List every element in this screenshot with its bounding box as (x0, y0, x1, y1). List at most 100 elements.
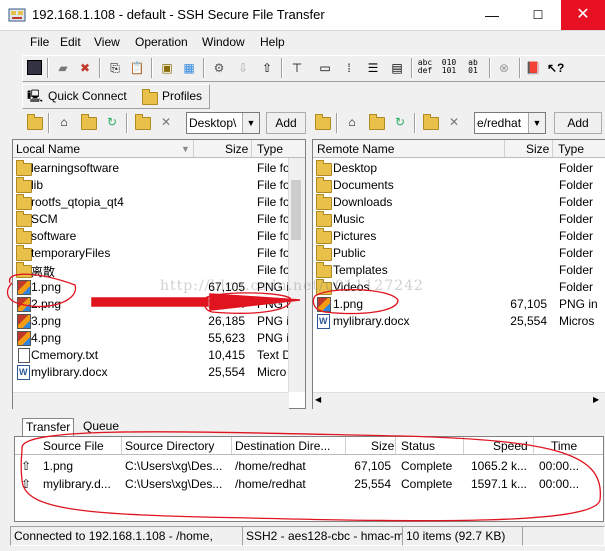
remote-parent-folder-icon[interactable] (368, 114, 385, 130)
save-icon[interactable] (27, 60, 42, 75)
download-icon[interactable]: ⇩ (235, 60, 251, 76)
minimize-button[interactable]: — (470, 0, 514, 30)
source-directory-header[interactable]: Source Directory (125, 439, 214, 453)
column-divider[interactable] (193, 140, 194, 157)
scroll-thumb[interactable] (291, 180, 301, 240)
file-row[interactable]: Pictures Folder (313, 227, 593, 244)
file-row[interactable]: software File fo (13, 227, 289, 244)
remote-delete-icon[interactable]: ✕ (446, 114, 462, 130)
connect-icon[interactable]: ▰ (55, 60, 71, 76)
disconnect-icon[interactable]: ✖ (77, 60, 93, 76)
menu-operation[interactable]: Operation (135, 35, 188, 49)
local-vertical-scrollbar[interactable] (288, 158, 305, 392)
remote-path-combo[interactable]: e/redhat ▼ (474, 112, 546, 134)
settings-icon[interactable]: ⚙ (211, 60, 227, 76)
tab-queue[interactable]: Queue (80, 418, 122, 435)
binary-mode-icon[interactable]: 010 101 (441, 59, 457, 75)
file-row[interactable]: SCM File fo (13, 210, 289, 227)
column-divider[interactable] (552, 140, 553, 157)
file-row[interactable]: 4.png 55,623 PNG i (13, 329, 289, 346)
column-divider[interactable] (463, 437, 464, 454)
local-name-header[interactable]: Local Name (16, 142, 80, 156)
local-refresh-icon[interactable]: ↻ (104, 114, 120, 130)
new-terminal-icon[interactable]: ▣ (159, 60, 175, 76)
menu-window[interactable]: Window (202, 35, 245, 49)
column-divider[interactable] (395, 437, 396, 454)
transfer-row[interactable]: ⇧ mylibrary.d... C:\Users\xg\Des... /home/r… (15, 475, 603, 492)
menu-help[interactable]: Help (260, 35, 285, 49)
status-header[interactable]: Status (401, 439, 435, 453)
destination-directory-header[interactable]: Destination Dire... (235, 439, 330, 453)
local-delete-icon[interactable]: ✕ (158, 114, 174, 130)
paste-icon[interactable]: 📋 (129, 60, 145, 76)
scroll-left-icon[interactable]: ◀ (315, 395, 325, 407)
remote-type-header[interactable]: Type (558, 142, 584, 156)
new-file-transfer-icon[interactable]: ▦ (181, 60, 197, 76)
scroll-right-icon[interactable]: ▶ (593, 395, 603, 407)
context-help-icon[interactable]: ↖? (547, 60, 564, 76)
file-row[interactable]: Cmemory.txt 10,415 Text D (13, 346, 289, 363)
file-row[interactable]: 1.png 67,105 PNG in (313, 295, 598, 312)
file-row[interactable]: Music Folder (313, 210, 593, 227)
time-header[interactable]: Time (551, 439, 577, 453)
menu-edit[interactable]: Edit (60, 35, 81, 49)
small-icons-view-icon[interactable]: ⁞ (341, 60, 357, 76)
local-horizontal-scrollbar[interactable] (13, 392, 289, 409)
file-row[interactable]: Documents Folder (313, 176, 593, 193)
file-row[interactable]: rootfs_qtopia_qt4 File fo (13, 193, 289, 210)
file-row[interactable]: Downloads Folder (313, 193, 593, 210)
column-divider[interactable] (121, 437, 122, 454)
column-divider[interactable] (345, 437, 346, 454)
details-view-icon[interactable]: ▤ (389, 60, 405, 76)
upload-icon[interactable]: ⇧ (259, 60, 275, 76)
file-row[interactable]: Desktop Folder (313, 159, 593, 176)
file-row[interactable]: mylibrary.docx 25,554 Micros (313, 312, 594, 329)
file-row[interactable]: learningsoftware File fo (13, 159, 289, 176)
transfer-row[interactable]: ⇧ 1.png C:\Users\xg\Des... /home/redhat 67,1… (15, 457, 603, 474)
remote-home-icon[interactable]: ⌂ (344, 114, 360, 130)
tab-transfer[interactable]: Transfer (22, 418, 75, 436)
local-type-header[interactable]: Type (257, 142, 283, 156)
column-divider[interactable] (231, 437, 232, 454)
profiles-button[interactable]: Profiles (162, 89, 202, 103)
file-row[interactable]: 3.png 26,185 PNG i (13, 312, 289, 329)
close-button[interactable]: ✕ (561, 0, 605, 30)
stop-icon[interactable]: ⊗ (496, 60, 512, 76)
remote-refresh-icon[interactable]: ↻ (392, 114, 408, 130)
remote-size-header[interactable]: Size (526, 142, 549, 156)
local-up-folder-icon[interactable] (26, 114, 43, 130)
list-view-icon[interactable]: ☰ (365, 60, 381, 76)
column-divider[interactable] (533, 437, 534, 454)
file-row[interactable]: mylibrary.docx 25,554 Micro (13, 363, 289, 380)
speed-header[interactable]: Speed (493, 439, 528, 453)
ascii-mode-icon[interactable]: abc def (417, 59, 433, 75)
local-parent-folder-icon[interactable] (80, 114, 97, 130)
remote-up-folder-icon[interactable] (314, 114, 331, 130)
menu-file[interactable]: File (30, 35, 49, 49)
size-header[interactable]: Size (371, 439, 394, 453)
local-size-header[interactable]: Size (225, 142, 248, 156)
file-row[interactable]: Templates Folder (313, 261, 593, 278)
help-book-icon[interactable]: 📕 (525, 60, 541, 76)
file-row[interactable]: 2.png 22,674 PNG i (13, 295, 289, 312)
source-file-header[interactable]: Source File (43, 439, 104, 453)
local-path-combo[interactable]: Desktop\ ▼ (186, 112, 260, 134)
parent-directory-icon[interactable]: ⊤ (289, 60, 305, 76)
remote-new-folder-icon[interactable] (422, 114, 439, 130)
copy-icon[interactable]: ⎘ (107, 60, 123, 76)
remote-add-button[interactable]: Add (554, 112, 602, 134)
local-new-folder-icon[interactable] (134, 114, 151, 130)
maximize-button[interactable]: ☐ (516, 0, 560, 30)
chevron-down-icon[interactable]: ▼ (528, 113, 545, 133)
file-row[interactable]: 离散 File fo (13, 261, 289, 279)
file-row[interactable]: Public Folder (313, 244, 593, 261)
file-row[interactable]: temporaryFiles File fo (13, 244, 289, 261)
auto-mode-icon[interactable]: ab 01 (465, 59, 481, 75)
menu-view[interactable]: View (94, 35, 120, 49)
quick-connect-button[interactable]: Quick Connect (48, 89, 127, 103)
column-divider[interactable] (251, 140, 252, 157)
chevron-down-icon[interactable]: ▼ (242, 113, 259, 133)
local-home-icon[interactable]: ⌂ (56, 114, 72, 130)
remote-horizontal-scrollbar[interactable]: ◀ ▶ (313, 392, 605, 409)
local-add-button[interactable]: Add (266, 112, 306, 134)
